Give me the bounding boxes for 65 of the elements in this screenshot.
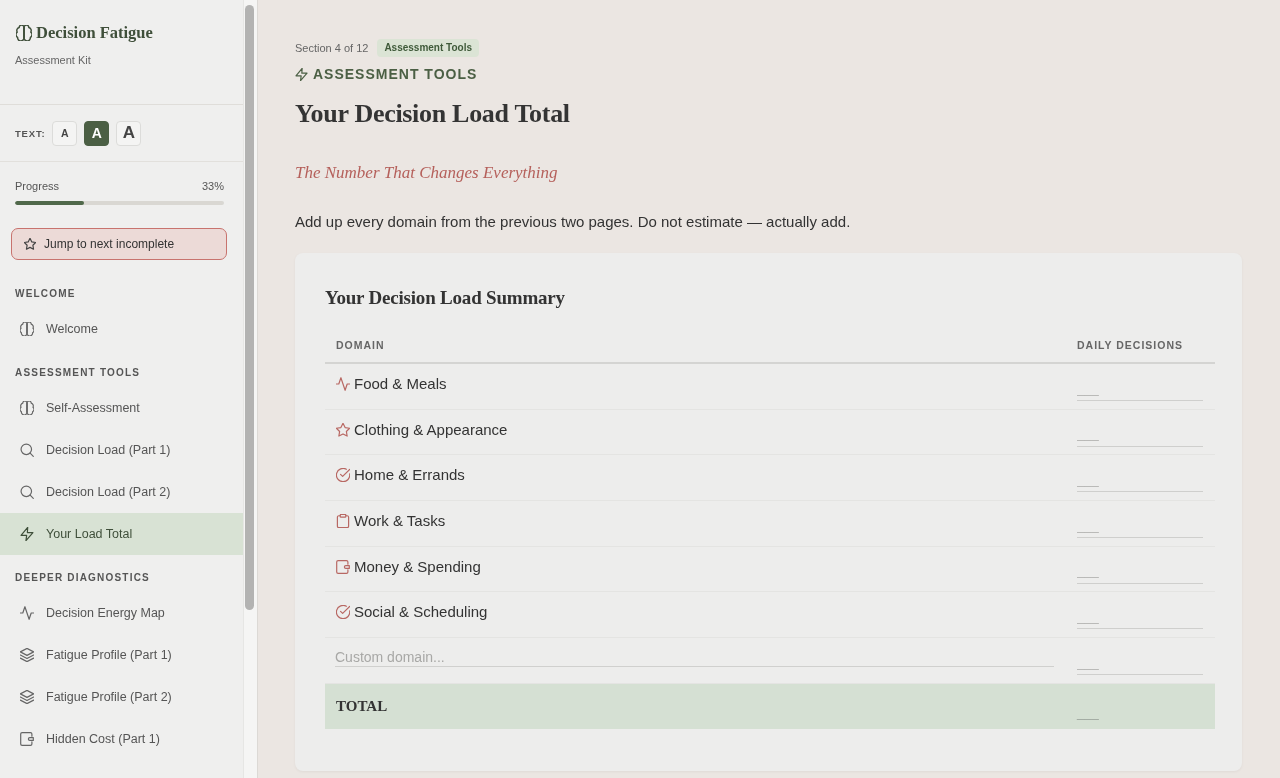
text-size-label: TEXT: [15,127,46,139]
brain-icon [20,401,34,415]
nav-item[interactable]: Fatigue Profile (Part 2) [0,676,243,718]
text-size-button[interactable]: A [52,120,78,146]
section-badge: Assessment Tools [377,39,479,57]
brain-icon [20,322,34,336]
wallet-icon [20,732,34,746]
count-field[interactable]: ___ [1077,467,1203,493]
domain-label: Money & Spending [354,557,481,576]
count-field[interactable]: ___ [1077,421,1203,447]
count-field[interactable]: ___ [1077,558,1203,584]
nav-item[interactable]: Self-Assessment [0,387,243,429]
column-header: DOMAIN [335,338,386,351]
section-label: ASSESSMENT TOOLS [313,66,478,83]
nav-item[interactable]: Decision Energy Map [0,592,243,634]
search-icon [20,485,34,499]
nav-item[interactable]: Decision Load (Part 1) [0,429,243,471]
section-heading: DEEPER DIAGNOSTICS [14,571,151,585]
domain-label: Food & Meals [354,375,447,393]
section-heading: WELCOME [14,287,77,301]
progress-value: 33% [201,180,224,193]
section-counter: Section 4 of 12 [295,41,369,55]
custom-domain-field[interactable]: Custom domain... [335,648,1054,668]
lightning-icon [295,68,308,81]
total-value: ___ [1077,704,1099,720]
lightning-icon [20,527,34,541]
jump-button[interactable]: Jump to next incomplete [11,228,227,260]
brain-icon [16,25,32,41]
text-size-button[interactable]: A [84,120,110,146]
page-title: Your Decision Load Total [295,98,571,130]
check-icon [336,605,350,620]
progress-label: Progress [15,180,60,193]
wallet-icon [336,559,350,574]
clipboard-icon [336,514,350,529]
pulse-icon [336,377,350,391]
search-icon [20,443,34,457]
nav-item[interactable]: Fatigue Profile (Part 1) [0,634,243,676]
domain-label: Home & Errands [354,466,465,485]
nav-item[interactable]: Your Load Total [0,513,243,555]
pulse-icon [20,606,34,620]
card-title: Your Decision Load Summary [325,286,566,309]
nav-item[interactable]: Decision Load (Part 2) [0,471,243,513]
star-icon [336,422,350,437]
text-size-button[interactable]: A [116,120,142,146]
app-title: Decision Fatigue [36,22,153,44]
section-heading: ASSESSMENT TOOLS [14,366,142,380]
domain-label: Social & Scheduling [354,603,488,622]
app-subtitle: Assessment Kit [15,54,92,67]
scrollbar-thumb[interactable] [245,5,254,610]
nav-item[interactable]: Hidden Cost (Part 1) [0,718,243,760]
domain-label: Work & Tasks [354,512,446,531]
intro-text: Add up every domain from the previous two pages. Do not estimate — actually add. [295,213,852,231]
layers-icon [20,690,34,704]
domain-label: Clothing & Appearance [354,420,508,439]
column-header: DAILY DECISIONS [1076,338,1185,351]
check-icon [336,468,350,483]
count-field[interactable]: ___ [1077,650,1203,676]
total-label: TOTAL [335,697,389,715]
page-subtitle: The Number That Changes Everything [295,162,559,183]
star-icon [24,238,36,250]
count-field[interactable]: ___ [1077,376,1203,401]
layers-icon [20,648,34,662]
count-field[interactable]: ___ [1077,513,1203,539]
nav-item[interactable]: Welcome [0,308,243,350]
count-field[interactable]: ___ [1077,604,1203,630]
